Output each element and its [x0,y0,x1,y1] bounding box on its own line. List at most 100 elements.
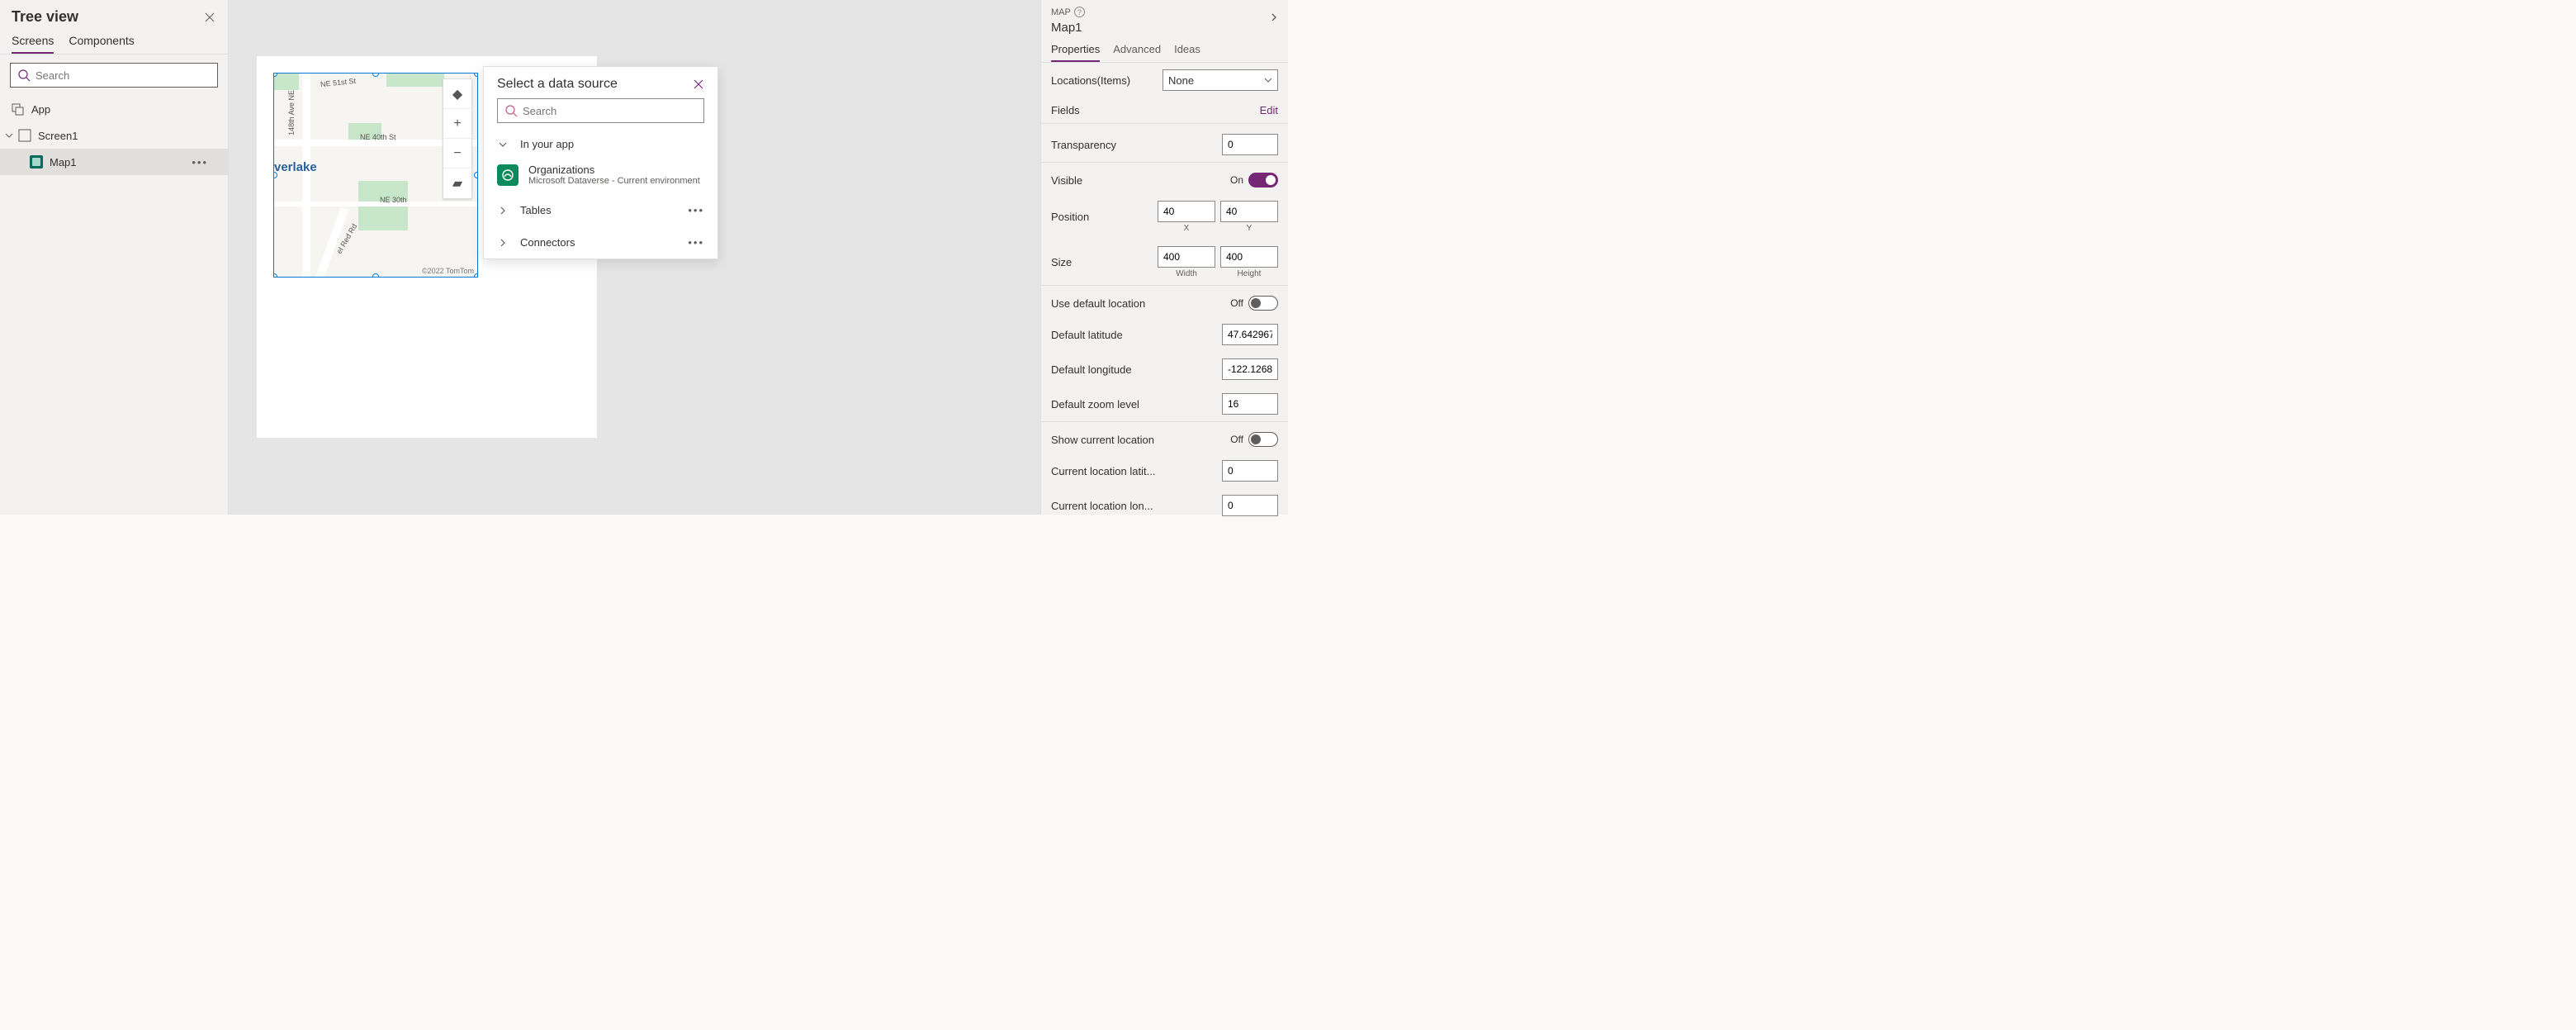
show-current-toggle[interactable] [1248,432,1278,447]
section-connectors[interactable]: Connectors ••• [484,226,717,259]
data-source-popup: Select a data source In your app Organiz… [483,66,718,259]
search-icon [504,104,518,117]
prop-locations-select[interactable]: None [1163,69,1278,91]
prop-default-lon-label: Default longitude [1051,363,1132,376]
default-lon-input[interactable] [1222,358,1278,380]
data-source-search[interactable] [497,98,704,123]
prop-show-current-label: Show current location [1051,434,1154,446]
map-icon [30,155,43,169]
prop-use-default-label: Use default location [1051,297,1145,310]
tree-node-map[interactable]: Map1 ••• [0,149,228,175]
prop-position-label: Position [1051,211,1089,223]
tree-search-input[interactable] [36,69,211,82]
size-width-input[interactable] [1158,246,1215,268]
section-tables[interactable]: Tables ••• [484,194,717,226]
properties-panel: MAP ? Map1 Properties Advanced Ideas Loc… [1040,0,1288,515]
resize-handle[interactable] [273,273,277,278]
section-label: Tables [520,204,552,216]
resize-handle[interactable] [474,172,478,178]
pitch-button[interactable]: ▰ [443,169,471,198]
axis-label: Height [1238,269,1262,278]
tab-components[interactable]: Components [69,34,134,54]
toggle-state-text: Off [1230,297,1243,309]
tree-search-box[interactable] [10,63,218,88]
current-lat-input[interactable] [1222,460,1278,482]
tree-node-label: Screen1 [38,130,78,142]
resize-handle[interactable] [474,73,478,77]
visible-toggle[interactable] [1248,173,1278,187]
prop-visible-label: Visible [1051,174,1082,187]
data-source-item-organizations[interactable]: Organizations Microsoft Dataverse - Curr… [484,159,717,194]
tree-view-title: Tree view [12,8,78,26]
prop-transparency-input[interactable] [1222,134,1278,155]
tree-view-panel: Tree view Screens Components App Screen1 [0,0,229,515]
data-source-search-input[interactable] [523,105,697,117]
dataverse-icon [497,164,519,186]
size-height-input[interactable] [1220,246,1278,268]
tree-node-screen[interactable]: Screen1 [0,122,228,149]
chevron-down-icon [1264,76,1272,84]
default-lat-input[interactable] [1222,324,1278,345]
design-canvas[interactable]: 148th Ave NE NE 51st St NE 40th St NE 30… [229,0,1040,515]
close-icon[interactable] [203,11,216,24]
tree-node-label: App [31,103,50,116]
chevron-down-icon [497,139,509,150]
position-x-input[interactable] [1158,201,1215,222]
default-zoom-input[interactable] [1222,393,1278,415]
current-lon-input[interactable] [1222,495,1278,516]
prop-size-label: Size [1051,256,1072,268]
data-source-name: Organizations [528,164,700,176]
chevron-down-icon[interactable] [5,131,13,140]
more-icon[interactable]: ••• [688,236,704,249]
help-icon[interactable]: ? [1074,7,1085,17]
zoom-out-button[interactable]: − [443,139,471,169]
chevron-right-icon[interactable] [1268,12,1280,23]
axis-label: Width [1176,269,1197,278]
prop-current-lon-label: Current location lon... [1051,500,1153,512]
axis-label: Y [1247,224,1252,233]
map-copyright: ©2022 TomTom [422,267,474,275]
zoom-in-button[interactable]: + [443,109,471,139]
map-zoom-controls: ◆ + − ▰ [443,78,472,199]
map-street-label: NE 30th [380,196,407,204]
map-city-label: verlake [274,160,317,174]
prop-transparency-label: Transparency [1051,139,1116,151]
tab-screens[interactable]: Screens [12,34,54,54]
prop-current-lat-label: Current location latit... [1051,465,1155,477]
toggle-state-text: On [1230,174,1243,186]
tree-node-app[interactable]: App [0,96,228,122]
edit-fields-link[interactable]: Edit [1260,104,1278,116]
control-name: Map1 [1051,21,1278,35]
axis-label: X [1184,224,1190,233]
compass-icon[interactable]: ◆ [443,79,471,109]
tab-advanced[interactable]: Advanced [1113,43,1161,62]
prop-fields-label: Fields [1051,104,1080,116]
chevron-right-icon [497,237,509,249]
control-type-label: MAP ? [1051,7,1278,17]
search-icon [17,69,31,82]
section-label: Connectors [520,236,575,249]
toggle-state-text: Off [1230,434,1243,445]
section-label: In your app [520,138,574,150]
tab-ideas[interactable]: Ideas [1174,43,1200,62]
tree-node-label: Map1 [50,156,77,169]
more-icon[interactable]: ••• [688,204,704,216]
map-control[interactable]: 148th Ave NE NE 51st St NE 40th St NE 30… [273,73,478,278]
prop-default-zoom-label: Default zoom level [1051,398,1139,411]
data-source-subtitle: Microsoft Dataverse - Current environmen… [528,176,700,186]
chevron-right-icon [497,205,509,216]
position-y-input[interactable] [1220,201,1278,222]
map-street-label: 148th Ave NE [287,90,296,135]
app-icon [12,102,25,116]
resize-handle[interactable] [474,273,478,278]
screen-icon [18,129,31,142]
popup-title: Select a data source [497,77,618,92]
prop-locations-label: Locations(Items) [1051,74,1130,87]
close-icon[interactable] [693,78,704,90]
prop-default-lat-label: Default latitude [1051,329,1123,341]
use-default-toggle[interactable] [1248,296,1278,311]
resize-handle[interactable] [372,273,379,278]
more-icon[interactable]: ••• [192,156,216,169]
section-in-your-app[interactable]: In your app [484,130,717,159]
tab-properties[interactable]: Properties [1051,43,1100,62]
